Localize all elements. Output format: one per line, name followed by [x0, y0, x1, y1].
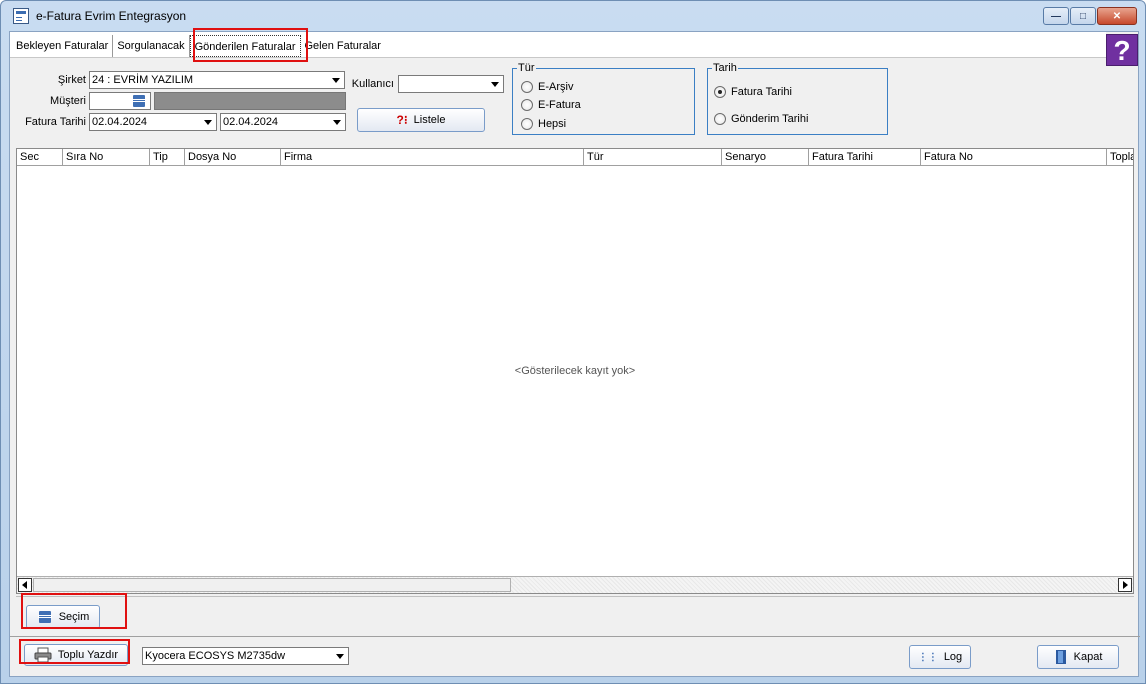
scroll-left-button[interactable]: [18, 578, 32, 592]
grid-header: Sec Sıra No Tip Dosya No Firma Tür Senar…: [17, 149, 1133, 166]
printer-value: Kyocera ECOSYS M2735dw: [145, 650, 286, 662]
radio-icon: [521, 99, 533, 111]
scroll-right-button[interactable]: [1118, 578, 1132, 592]
radio-e-arsiv[interactable]: E-Arşiv: [521, 81, 573, 93]
filter-panel: Şirket 24 : EVRİM YAZILIM Müşteri Fatura…: [10, 60, 1140, 144]
tur-group-title: Tür: [517, 62, 536, 74]
date-from-value: 02.04.2024: [92, 116, 148, 128]
radio-hepsi-label: Hepsi: [538, 118, 567, 130]
radio-icon: [714, 113, 726, 125]
query-icon: ?⁝: [396, 113, 408, 127]
radio-gonderim-tarihi-label: Gönderim Tarihi: [731, 113, 809, 125]
musteri-input[interactable]: [89, 92, 151, 110]
empty-message: <Gösterilecek kayıt yok>: [514, 365, 636, 377]
chevron-down-icon: [331, 116, 343, 128]
kullanici-select[interactable]: [398, 75, 504, 93]
app-icon: [13, 8, 29, 24]
close-button[interactable]: ✕: [1097, 7, 1137, 25]
toplu-yazdir-label: Toplu Yazdır: [57, 649, 119, 661]
horizontal-scrollbar[interactable]: [17, 576, 1133, 593]
kapat-label: Kapat: [1073, 651, 1103, 663]
window-controls: — □ ✕: [1043, 7, 1137, 25]
sirket-select[interactable]: 24 : EVRİM YAZILIM: [89, 71, 345, 89]
select-icon: [37, 611, 52, 623]
arrow-right-icon: [1123, 581, 1128, 589]
column-header[interactable]: Firma: [281, 149, 584, 165]
musteri-label: Müşteri: [49, 95, 86, 107]
chevron-down-icon: [330, 74, 342, 86]
app-window: e-Fatura Evrim Entegrasyon — □ ✕ Bekleye…: [0, 0, 1146, 684]
title-bar: e-Fatura Evrim Entegrasyon — □ ✕: [1, 1, 1145, 31]
fatura-tarihi-label: Fatura Tarihi: [25, 116, 86, 128]
close-icon: ✕: [1112, 10, 1122, 22]
chevron-down-icon: [489, 78, 501, 90]
printer-select[interactable]: Kyocera ECOSYS M2735dw: [142, 647, 349, 665]
kapat-button[interactable]: Kapat: [1037, 645, 1119, 669]
scrollbar-thumb[interactable]: [33, 578, 511, 592]
tab-bekleyen-faturalar[interactable]: Bekleyen Faturalar: [12, 35, 114, 57]
log-button[interactable]: ⋮⋮ Log: [909, 645, 971, 669]
tarih-group: Tarih Fatura Tarihi Gönderim Tarihi: [707, 62, 888, 135]
tur-group: Tür E-Arşiv E-Fatura Hepsi: [512, 62, 695, 135]
log-icon: ⋮⋮: [917, 651, 938, 663]
column-header[interactable]: Tip: [150, 149, 185, 165]
tarih-group-title: Tarih: [712, 62, 738, 74]
selection-bar: Seçim: [16, 596, 1134, 636]
column-header[interactable]: Topla: [1107, 149, 1133, 165]
radio-fatura-tarihi-label: Fatura Tarihi: [731, 86, 792, 98]
chevron-down-icon: [334, 650, 346, 662]
secim-button[interactable]: Seçim: [26, 605, 100, 629]
kullanici-label: Kullanıcı: [351, 78, 394, 90]
maximize-button[interactable]: □: [1070, 7, 1096, 25]
exit-door-icon: [1055, 650, 1066, 664]
date-to-picker[interactable]: 02.04.2024: [220, 113, 346, 131]
sirket-value: 24 : EVRİM YAZILIM: [92, 74, 194, 86]
invoice-grid[interactable]: Sec Sıra No Tip Dosya No Firma Tür Senar…: [16, 148, 1134, 594]
tab-gelen-faturalar[interactable]: Gelen Faturalar: [301, 35, 385, 57]
radio-fatura-tarihi[interactable]: Fatura Tarihi: [714, 86, 792, 98]
listele-button[interactable]: ?⁝ Listele: [357, 108, 485, 132]
column-header[interactable]: Fatura No: [921, 149, 1107, 165]
column-header[interactable]: Sıra No: [63, 149, 150, 165]
radio-gonderim-tarihi[interactable]: Gönderim Tarihi: [714, 113, 808, 125]
column-header[interactable]: Fatura Tarihi: [809, 149, 921, 165]
date-to-value: 02.04.2024: [223, 116, 279, 128]
radio-icon: [521, 118, 533, 130]
minimize-icon: —: [1051, 10, 1061, 22]
radio-checked-icon: [714, 86, 726, 98]
tab-gonderilen-faturalar[interactable]: Gönderilen Faturalar: [189, 35, 301, 57]
arrow-left-icon: [22, 581, 27, 589]
radio-e-arsiv-label: E-Arşiv: [538, 81, 574, 93]
column-header[interactable]: Tür: [584, 149, 722, 165]
listele-label: Listele: [413, 114, 446, 126]
date-from-picker[interactable]: 02.04.2024: [89, 113, 217, 131]
client-area: Bekleyen Faturalar Sorgulanacak Gönderil…: [9, 31, 1140, 678]
window-title: e-Fatura Evrim Entegrasyon: [36, 9, 187, 23]
tab-bar: Bekleyen Faturalar Sorgulanacak Gönderil…: [10, 32, 1106, 58]
tab-sorgulanacak[interactable]: Sorgulanacak: [113, 35, 190, 57]
column-header[interactable]: Sec: [17, 149, 63, 165]
maximize-icon: □: [1079, 10, 1087, 22]
lookup-icon[interactable]: [129, 93, 149, 109]
radio-icon: [521, 81, 533, 93]
bottom-toolbar: Toplu Yazdır Kyocera ECOSYS M2735dw ⋮⋮ L…: [10, 636, 1140, 678]
radio-hepsi[interactable]: Hepsi: [521, 118, 566, 130]
radio-e-fatura-label: E-Fatura: [538, 99, 581, 111]
minimize-button[interactable]: —: [1043, 7, 1069, 25]
log-label: Log: [943, 651, 963, 663]
radio-e-fatura[interactable]: E-Fatura: [521, 99, 581, 111]
printer-icon: [34, 647, 52, 663]
chevron-down-icon: [202, 116, 214, 128]
sirket-label: Şirket: [57, 74, 86, 86]
toplu-yazdir-button[interactable]: Toplu Yazdır: [24, 644, 128, 666]
secim-label: Seçim: [58, 611, 90, 623]
musteri-name-display: [154, 92, 346, 110]
column-header[interactable]: Senaryo: [722, 149, 809, 165]
column-header[interactable]: Dosya No: [185, 149, 281, 165]
